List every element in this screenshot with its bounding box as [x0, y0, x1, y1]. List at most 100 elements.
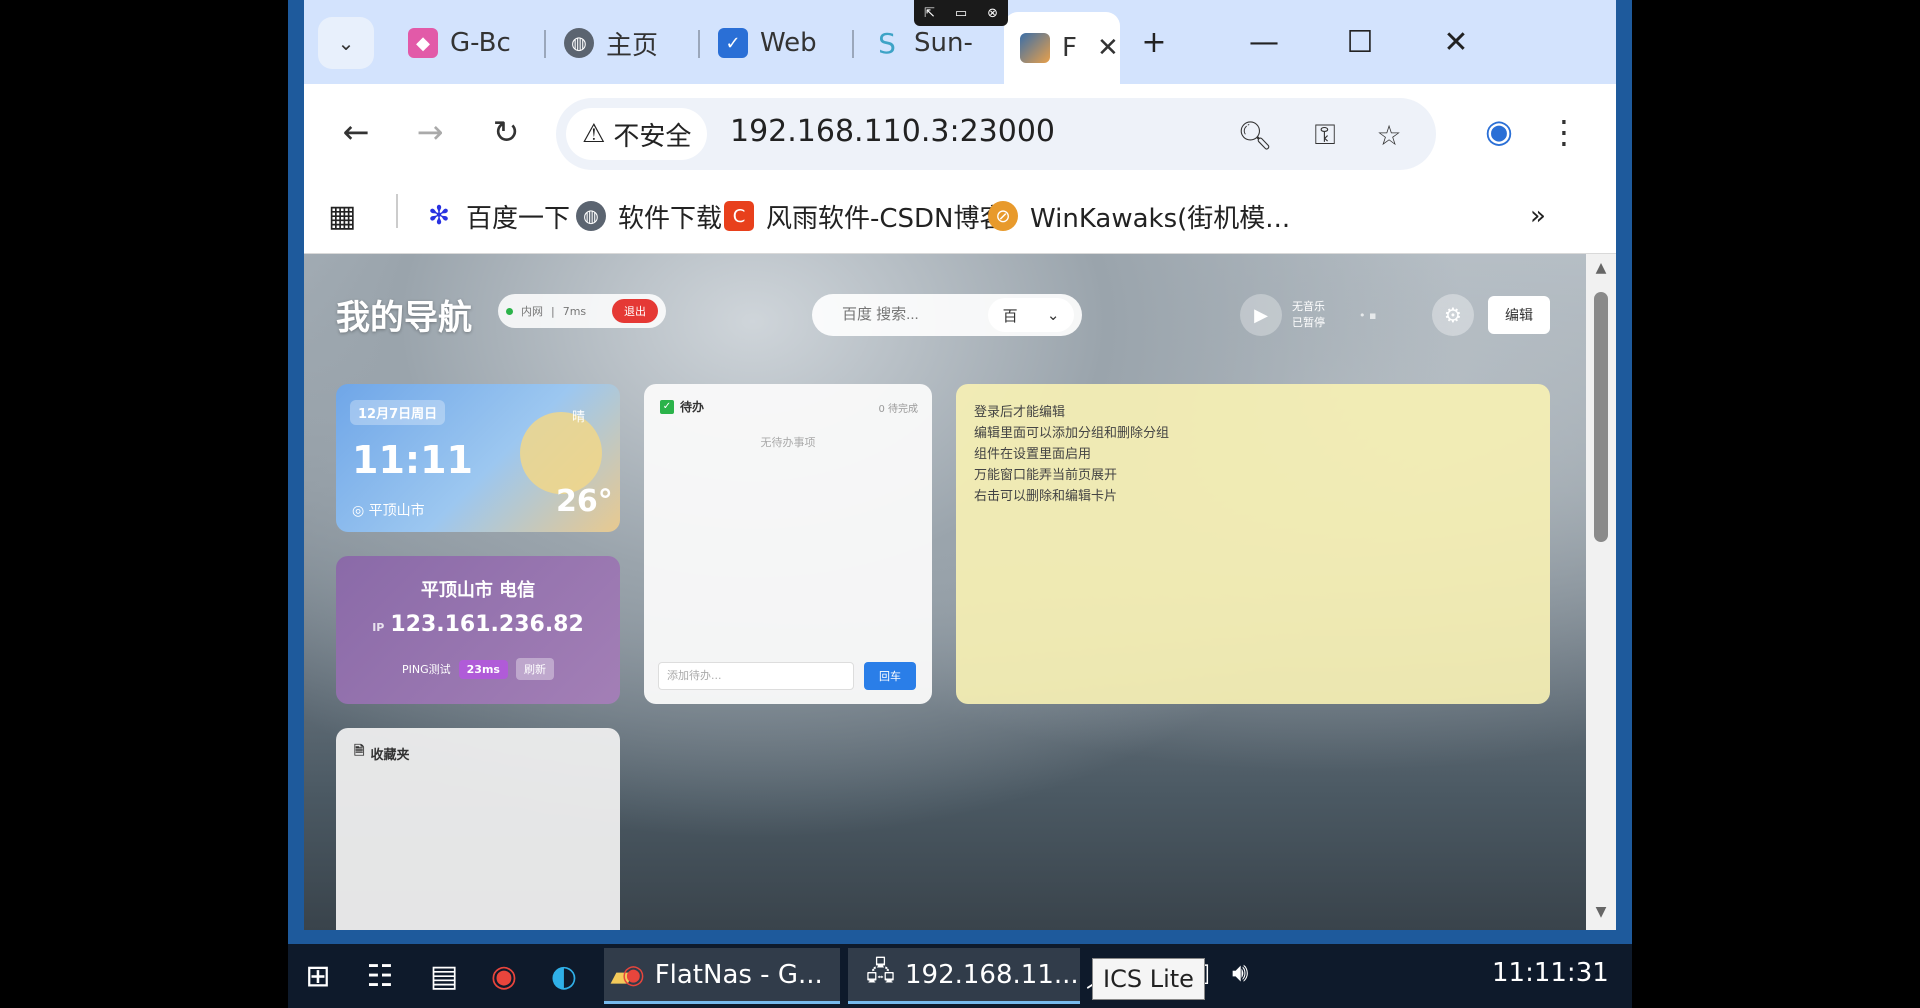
- play-icon[interactable]: ▶: [1240, 294, 1282, 336]
- minimize-session-icon[interactable]: ▭: [955, 6, 967, 21]
- edge-icon[interactable]: ◐: [538, 952, 590, 1000]
- tray-tooltip: ICS Lite: [1092, 958, 1205, 1000]
- city-label: ◎ 平顶山市: [352, 500, 425, 520]
- taskbar-app-flatnas[interactable]: ◉ FlatNas - G...: [604, 948, 840, 1004]
- todo-empty-message: 无待办事项: [760, 436, 816, 449]
- maximize-icon[interactable]: ☐: [1336, 18, 1384, 66]
- note-line: 万能窗口能弄当前页展开: [974, 468, 1118, 483]
- todo-title: 待办: [680, 400, 705, 414]
- bookmark-baidu[interactable]: ✻ 百度一下: [424, 194, 570, 238]
- reload-icon[interactable]: ↻: [480, 106, 532, 158]
- tab-separator: [698, 30, 700, 58]
- profile-icon[interactable]: ◉: [1474, 106, 1524, 156]
- baidu-paw-icon: ✻: [428, 201, 450, 231]
- tab-label: 主页: [606, 30, 659, 61]
- key-icon[interactable]: ⚿: [1304, 114, 1346, 156]
- settings-gear-icon[interactable]: ⚙: [1432, 294, 1474, 336]
- taskbar-app-label: FlatNas - G...: [654, 959, 823, 990]
- ip-prefix: IP: [372, 621, 385, 634]
- security-indicator[interactable]: ⚠ 不安全: [566, 108, 708, 160]
- bookmark-file-icon: 🗎: [354, 744, 365, 759]
- bookmark-label: 百度一下: [466, 203, 571, 234]
- task-view-icon[interactable]: ☷: [354, 952, 406, 1000]
- note-line: 登录后才能编辑: [974, 405, 1066, 420]
- weather-widget[interactable]: 12月7日周日 晴 11:11 ◎ 平顶山市 26°: [336, 384, 620, 532]
- todo-input[interactable]: 添加待办...: [658, 662, 854, 690]
- latency-label: 7ms: [562, 304, 587, 318]
- refresh-button[interactable]: 刷新: [515, 658, 554, 680]
- winkawaks-icon: ⊘: [988, 201, 1018, 231]
- new-tab-button[interactable]: +: [1130, 18, 1178, 66]
- volume-icon[interactable]: 🔊︎: [1232, 958, 1248, 989]
- isp-label: 平顶山市 电信: [420, 580, 536, 601]
- volume-indicator[interactable]: • ▪: [1359, 309, 1376, 322]
- tab-gbox[interactable]: ◆ G-Bc: [396, 18, 536, 68]
- url-text[interactable]: 192.168.110.3:23000: [730, 114, 1055, 149]
- apps-grid-icon[interactable]: ▦: [328, 194, 356, 238]
- search-engine-select[interactable]: 百 ⌄: [988, 298, 1074, 332]
- tab-search-button[interactable]: ⌄: [318, 17, 374, 69]
- browser-toolbar: ← → ↻ ⚠ 不安全 192.168.110.3:23000 🔍︎ ⚿ ☆ ◉…: [304, 84, 1616, 180]
- search-input[interactable]: [842, 294, 982, 336]
- tab-label: G-Bc: [450, 28, 511, 58]
- note-line: 编辑里面可以添加分组和删除分组: [974, 426, 1170, 441]
- csdn-icon: C: [724, 201, 754, 231]
- page-title: 我的导航: [336, 298, 472, 338]
- weather-condition: 晴: [572, 410, 586, 425]
- todo-add-button[interactable]: 回车: [864, 662, 916, 690]
- star-icon[interactable]: ☆: [1368, 114, 1410, 156]
- taskbar-app-remote[interactable]: 🖧 192.168.11...: [848, 948, 1080, 1004]
- menu-kebab-icon[interactable]: ⋮: [1544, 106, 1584, 158]
- vertical-scrollbar[interactable]: ▲ ▼: [1586, 254, 1616, 930]
- tab-web[interactable]: ✓ Web: [706, 18, 826, 68]
- notes-widget[interactable]: 登录后才能编辑 编辑里面可以添加分组和删除分组 组件在设置里面启用 万能窗口能弄…: [956, 384, 1550, 704]
- bookmark-label: WinKawaks(街机模...: [1030, 203, 1291, 234]
- remote-desktop-icon: 🖧: [866, 956, 895, 987]
- windows-start-icon[interactable]: ⊞: [292, 952, 344, 1000]
- city-name: 平顶山市: [368, 503, 425, 519]
- close-tab-icon[interactable]: ✕: [1097, 33, 1119, 63]
- tab-home[interactable]: ◍ 主页: [552, 18, 692, 68]
- tab-flatnas-active[interactable]: F ✕: [1004, 12, 1120, 84]
- pin-icon[interactable]: ⇱: [924, 6, 935, 21]
- back-icon[interactable]: ←: [330, 106, 382, 158]
- edit-button[interactable]: 编辑: [1488, 296, 1550, 334]
- favorites-title: 收藏夹: [370, 747, 410, 763]
- forward-icon[interactable]: →: [404, 106, 456, 158]
- chrome-icon: ◉: [622, 959, 645, 990]
- logout-button[interactable]: 退出: [612, 299, 658, 323]
- close-window-icon[interactable]: ✕: [1432, 18, 1480, 66]
- tab-label: F: [1062, 33, 1077, 63]
- bookmark-software-download[interactable]: ◍ 软件下载: [576, 194, 722, 238]
- scroll-up-icon[interactable]: ▲: [1591, 260, 1611, 278]
- globe-icon: ◍: [576, 201, 606, 231]
- remote-desktop-screen: ⇱ ▭ ⊗ ⌄ ◆ G-Bc ◍ 主页 ✓ Web S Sun- F ✕ + —…: [288, 0, 1632, 1008]
- browser-window: ⌄ ◆ G-Bc ◍ 主页 ✓ Web S Sun- F ✕ + — ☐ ✕ ←…: [304, 0, 1616, 930]
- close-session-icon[interactable]: ⊗: [987, 6, 998, 21]
- chevron-down-icon: ⌄: [337, 31, 355, 55]
- scroll-thumb[interactable]: [1594, 292, 1608, 542]
- bookmark-winkawaks[interactable]: ⊘ WinKawaks(街机模...: [988, 194, 1290, 238]
- gbox-icon: ◆: [408, 28, 438, 58]
- bookmarks-separator: [396, 194, 398, 228]
- calculator-icon[interactable]: ▤: [418, 952, 470, 1000]
- minimize-icon[interactable]: —: [1240, 18, 1288, 66]
- todo-widget: ✓ 待办 0 待完成 无待办事项 添加待办... 回车: [644, 384, 932, 704]
- bookmark-label: 风雨软件-CSDN博客: [766, 203, 1006, 234]
- address-bar[interactable]: ⚠ 不安全 192.168.110.3:23000 🔍︎ ⚿ ☆: [556, 98, 1436, 170]
- remote-session-toolbar[interactable]: ⇱ ▭ ⊗: [914, 0, 1008, 26]
- search-box: 百 ⌄: [812, 294, 1082, 336]
- chrome-icon[interactable]: ◉: [478, 952, 530, 1000]
- zoom-icon[interactable]: 🔍︎: [1234, 114, 1276, 156]
- windows-taskbar: ⊞ ☷ ▤ ◉ ◐ ▰ ◉ FlatNas - G... 🖧 192.168.1…: [288, 944, 1632, 1008]
- security-label: 不安全: [613, 121, 692, 152]
- music-title: 无音乐: [1292, 300, 1325, 313]
- more-bookmarks-icon[interactable]: »: [1530, 194, 1546, 238]
- taskbar-clock[interactable]: 11:11:31: [1492, 958, 1609, 988]
- sun-graphic: [520, 412, 602, 494]
- date-badge: 12月7日周日: [350, 400, 446, 425]
- bookmark-csdn[interactable]: C 风雨软件-CSDN博客: [724, 194, 1006, 238]
- clock-time: 11:11: [352, 438, 473, 482]
- scroll-down-icon[interactable]: ▼: [1591, 904, 1611, 922]
- tab-label: Sun-: [914, 28, 973, 58]
